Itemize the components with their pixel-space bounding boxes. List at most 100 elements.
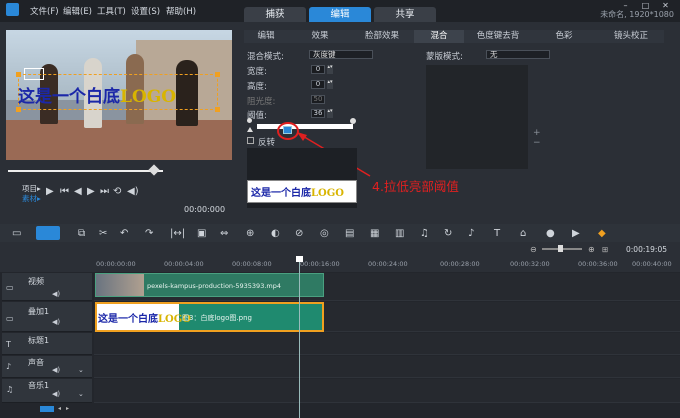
- width-input[interactable]: 0: [311, 65, 325, 74]
- add-mask-icon[interactable]: +: [533, 128, 541, 138]
- frame-display[interactable]: 0: [220, 205, 225, 214]
- track-header-video[interactable]: [2, 273, 92, 301]
- tab-effects[interactable]: 效果: [290, 30, 350, 43]
- speed-icon[interactable]: ↻: [444, 228, 452, 239]
- tab-lens-correction[interactable]: 镜头校正: [598, 30, 664, 43]
- mute-icon[interactable]: ◀): [52, 366, 60, 374]
- copy-icon[interactable]: ⧉: [78, 228, 85, 239]
- stabilize-icon[interactable]: ▤: [345, 228, 354, 239]
- tab-edit-options[interactable]: 编辑: [244, 30, 288, 43]
- split-icon[interactable]: |↔|: [170, 228, 185, 239]
- expand-track-icon[interactable]: ⌄: [78, 366, 84, 374]
- resize-handle[interactable]: [16, 107, 21, 112]
- home-icon[interactable]: ⏮: [60, 186, 69, 197]
- timeline-playhead[interactable]: [299, 256, 300, 418]
- prev-frame-icon[interactable]: ◀: [74, 186, 82, 197]
- mute-icon[interactable]: ◀): [52, 318, 60, 326]
- ruler-tick: 00:00:00:00: [96, 260, 136, 268]
- timecode-display[interactable]: 00:00:00: [184, 205, 220, 214]
- next-frame-icon[interactable]: ▶: [87, 186, 95, 197]
- zoom-out-icon[interactable]: ⊖: [530, 245, 537, 254]
- resize-handle[interactable]: [16, 72, 21, 77]
- low-threshold-marker[interactable]: [247, 127, 253, 132]
- motion-icon[interactable]: ◎: [320, 228, 329, 239]
- playhead-handle[interactable]: [296, 256, 303, 262]
- mute-icon[interactable]: ◀): [52, 290, 60, 298]
- resize-handle[interactable]: [215, 72, 220, 77]
- track-lane-music[interactable]: [94, 379, 680, 403]
- audio-mixer-icon[interactable]: ♫: [420, 228, 429, 239]
- width-stepper-icon[interactable]: ▴▾: [327, 65, 333, 74]
- expand-icon[interactable]: ⇔: [220, 228, 228, 239]
- threshold-slider[interactable]: [257, 124, 353, 129]
- tab-edit[interactable]: 编辑: [309, 7, 371, 22]
- zoom-slider-handle[interactable]: [558, 245, 563, 252]
- menu-settings[interactable]: 设置(S): [131, 5, 160, 17]
- track-motion-icon[interactable]: ⊕: [246, 228, 254, 239]
- trim-icon[interactable]: ✂: [99, 228, 107, 239]
- track-lane-title[interactable]: [94, 333, 680, 355]
- top-bar: 文件(F) 编辑(E) 工具(T) 设置(S) 帮助(H) 捕获 编辑 共享 –…: [0, 0, 680, 22]
- scroll-left-icon[interactable]: ◂: [58, 405, 61, 412]
- tab-share[interactable]: 共享: [374, 7, 436, 22]
- preview-window[interactable]: 这是一个白底LOGO: [6, 30, 232, 160]
- tab-color[interactable]: 色彩: [532, 30, 596, 43]
- mask-mode-select[interactable]: 无: [486, 50, 550, 59]
- height-input[interactable]: 0: [311, 80, 325, 89]
- menu-tools[interactable]: 工具(T): [97, 5, 126, 17]
- clip-mode-label[interactable]: 素材▸: [22, 193, 41, 204]
- video-clip[interactable]: pexels-kampus-production-5935393.mp4: [95, 273, 324, 297]
- mask-icon[interactable]: ⊘: [295, 228, 303, 239]
- timeline-view-button[interactable]: [36, 226, 60, 240]
- menu-help[interactable]: 帮助(H): [166, 5, 196, 17]
- tab-capture[interactable]: 捕获: [244, 7, 306, 22]
- invert-label: 反转: [258, 138, 276, 148]
- preview-scrubber[interactable]: [8, 170, 163, 172]
- annotation-label: 4.拉低亮部阈值: [372, 179, 459, 194]
- record-icon[interactable]: ●: [546, 228, 555, 239]
- volume-icon[interactable]: ◀): [127, 186, 139, 197]
- multicam-icon[interactable]: ▦: [370, 228, 379, 239]
- render-icon[interactable]: ▶: [572, 228, 580, 239]
- tab-chroma-key[interactable]: 色度键去背: [466, 30, 530, 43]
- subtitle-icon[interactable]: ▥: [395, 228, 404, 239]
- track-lane-voice[interactable]: [94, 356, 680, 378]
- menu-file[interactable]: 文件(F): [30, 5, 59, 17]
- track-manager-button[interactable]: [40, 406, 54, 412]
- overlay-clip[interactable]: 这是一个白底LOGO 图3：白底logo图.png: [95, 302, 324, 332]
- tab-face-effects[interactable]: 脸部效果: [352, 30, 412, 43]
- opacity-input[interactable]: 50: [311, 95, 325, 104]
- resize-handle[interactable]: [215, 107, 220, 112]
- menu-edit[interactable]: 编辑(E): [63, 5, 92, 17]
- scrubber-handle[interactable]: [148, 164, 160, 176]
- redo-icon[interactable]: ↷: [145, 228, 153, 239]
- effects-icon[interactable]: ◆: [598, 228, 606, 239]
- text-icon[interactable]: T: [494, 228, 500, 239]
- ruler-tick: 00:00:32:00: [510, 260, 550, 268]
- overlay-logo-text: 这是一个白底LOGO: [18, 82, 176, 107]
- play-icon[interactable]: ▶: [46, 186, 54, 197]
- chapter-icon[interactable]: ⌂: [520, 228, 526, 239]
- overlay-clip-thumbnail: 这是一个白底LOGO: [97, 304, 191, 330]
- color-icon[interactable]: ◐: [271, 228, 280, 239]
- invert-checkbox[interactable]: [247, 137, 254, 144]
- zoom-in-icon[interactable]: ⊕: [588, 245, 595, 254]
- remove-mask-icon[interactable]: −: [533, 138, 541, 148]
- video-track-icon: ▭: [6, 283, 14, 292]
- blend-mode-select[interactable]: 灰度键: [309, 50, 373, 59]
- fit-icon[interactable]: ▣: [197, 228, 206, 239]
- sound-icon[interactable]: ♪: [468, 228, 474, 239]
- height-stepper-icon[interactable]: ▴▾: [327, 80, 333, 89]
- mute-icon[interactable]: ◀): [52, 390, 60, 398]
- repeat-icon[interactable]: ⟲: [113, 186, 121, 197]
- threshold-stepper-icon[interactable]: ▴▾: [327, 109, 333, 118]
- tab-blend[interactable]: 混合: [414, 30, 464, 43]
- expand-track-icon[interactable]: ⌄: [78, 390, 84, 398]
- end-icon[interactable]: ⏭: [100, 186, 109, 197]
- undo-icon[interactable]: ↶: [120, 228, 128, 239]
- threshold-input[interactable]: 36: [311, 109, 325, 118]
- ruler-tick: 00:00:16:00: [300, 260, 340, 268]
- scroll-right-icon[interactable]: ▸: [66, 405, 69, 412]
- fit-project-icon[interactable]: ⊞: [602, 245, 608, 254]
- storyboard-view-icon[interactable]: ▭: [12, 228, 21, 239]
